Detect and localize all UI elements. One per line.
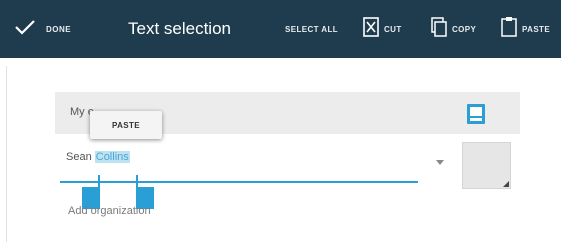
name-prefix: Sean [66,151,95,163]
clipboard-icon [500,16,518,43]
name-field[interactable]: Sean Collins [66,151,130,163]
contextual-action-bar: DONE Text selection SELECT ALL CUT COPY [0,0,561,58]
cut-button[interactable]: CUT [362,0,402,58]
divider [6,66,7,242]
done-button[interactable]: DONE [14,0,71,58]
done-label: DONE [46,24,72,34]
page-title: Text selection [128,19,231,38]
paste-popup-button[interactable]: PASTE [90,111,162,139]
select-all-button[interactable]: SELECT ALL [285,0,338,58]
copy-button[interactable]: COPY [430,0,476,58]
cut-label: CUT [384,24,402,34]
contact-card-icon[interactable] [466,103,486,130]
cut-icon [362,16,380,43]
add-organization-link[interactable]: Add organization [68,205,151,217]
copy-label: COPY [452,24,477,34]
name-field-underline [60,181,418,183]
copy-icon [430,16,448,43]
chevron-down-icon[interactable] [436,160,444,165]
selected-text[interactable]: Collins [94,151,130,163]
paste-button[interactable]: PASTE [500,0,550,58]
photo-picker[interactable] [462,142,511,189]
corner-indicator-icon [503,181,509,187]
check-icon [14,19,36,40]
paste-label: PASTE [522,24,551,34]
